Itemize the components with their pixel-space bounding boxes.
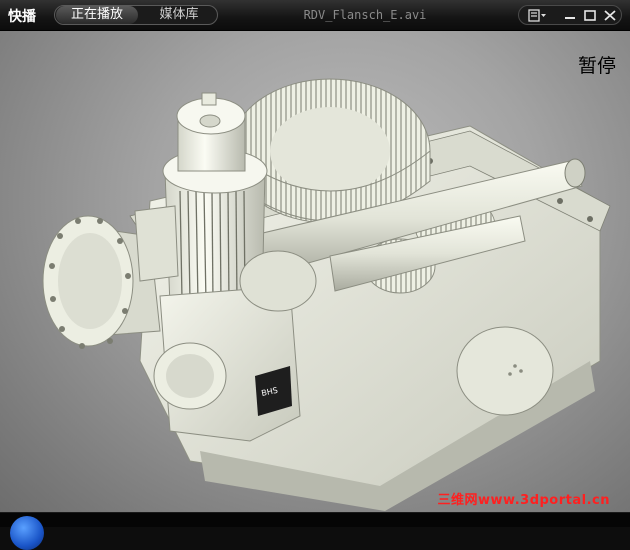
menu-icon[interactable] [527, 8, 546, 23]
watermark: 三维网www.3dportal.cn [437, 493, 610, 508]
minimize-icon[interactable] [561, 8, 579, 23]
video-area[interactable]: BHS 暂停 三维网www.3dportal.cn [0, 31, 630, 512]
view-switch: 正在播放 媒体库 [54, 5, 218, 25]
tab-media-library[interactable]: 媒体库 [145, 6, 213, 24]
play-orb-icon[interactable] [10, 516, 44, 550]
window-controls [518, 5, 622, 25]
close-icon[interactable] [601, 8, 619, 23]
maximize-icon[interactable] [581, 8, 599, 23]
window-title: RDV_Flansch_E.avi [303, 8, 427, 22]
pause-status: 暂停 [577, 55, 616, 77]
title-bar: 快播 正在播放 媒体库 RDV_Flansch_E.avi [0, 0, 630, 31]
app-brand: 快播 [8, 9, 36, 25]
gearbox-render: BHS [42, 78, 611, 511]
tab-now-playing[interactable]: 正在播放 [56, 6, 138, 24]
control-bar [0, 512, 630, 550]
